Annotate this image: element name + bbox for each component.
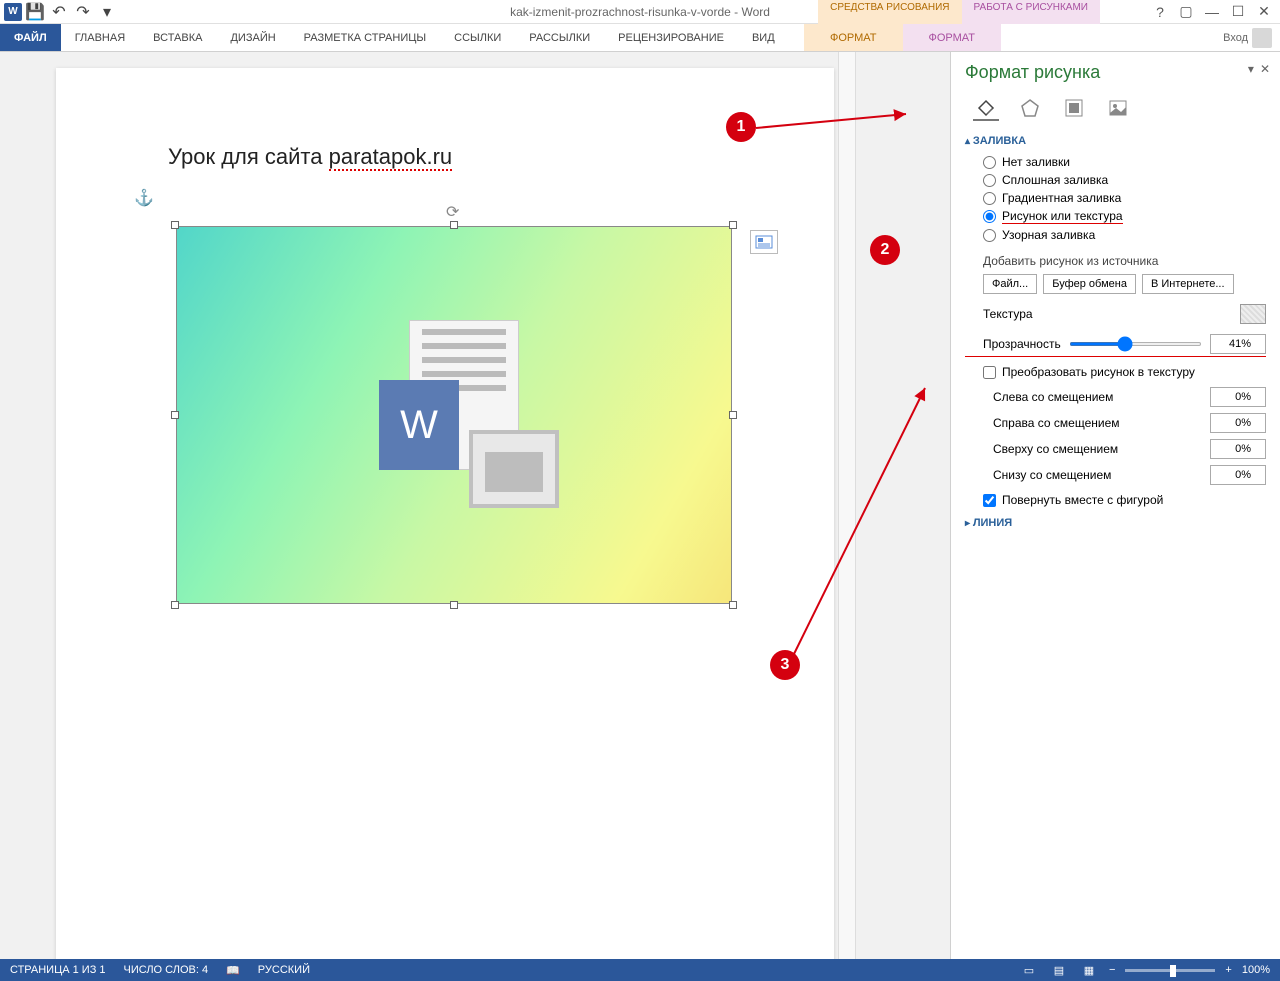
tab-drawing-format[interactable]: ФОРМАТ xyxy=(804,24,903,51)
page-heading: Урок для сайта paratapok.ru xyxy=(168,144,452,170)
resize-handle[interactable] xyxy=(729,221,737,229)
statusbar: СТРАНИЦА 1 ИЗ 1 ЧИСЛО СЛОВ: 4 📖 РУССКИЙ … xyxy=(0,959,1280,981)
tab-mailings[interactable]: РАССЫЛКИ xyxy=(515,24,604,51)
view-read-icon[interactable]: ▭ xyxy=(1019,962,1039,978)
contextual-drawing-tools[interactable]: СРЕДСТВА РИСОВАНИЯ xyxy=(818,0,961,24)
pane-options-icon[interactable]: ▾ xyxy=(1248,62,1254,76)
transparency-spinner[interactable] xyxy=(1210,334,1266,354)
fill-solid-radio[interactable]: Сплошная заливка xyxy=(983,173,1266,187)
tab-insert[interactable]: ВСТАВКА xyxy=(139,24,216,51)
texture-dropdown[interactable] xyxy=(1240,304,1266,324)
status-language[interactable]: РУССКИЙ xyxy=(258,964,310,976)
texture-label: Текстура xyxy=(983,307,1033,321)
resize-handle[interactable] xyxy=(729,601,737,609)
tile-checkbox[interactable] xyxy=(983,366,996,379)
offset-right-spinner[interactable] xyxy=(1210,413,1266,433)
tab-layout[interactable]: РАЗМЕТКА СТРАНИЦЫ xyxy=(290,24,440,51)
resize-handle[interactable] xyxy=(450,221,458,229)
line-section-header[interactable]: ЛИНИЯ xyxy=(965,517,1266,529)
zoom-out-icon[interactable]: − xyxy=(1109,964,1115,976)
offset-left-label: Слева со смещением xyxy=(993,390,1210,404)
redo-icon[interactable]: ↷ xyxy=(72,1,94,23)
ribbon-display-icon[interactable]: ▢ xyxy=(1176,2,1196,22)
help-icon[interactable]: ? xyxy=(1150,2,1170,22)
source-label: Добавить рисунок из источника xyxy=(983,254,1266,268)
fill-none-radio[interactable]: Нет заливки xyxy=(983,155,1266,169)
transparency-label: Прозрачность xyxy=(983,337,1061,351)
save-icon[interactable]: 💾 xyxy=(24,1,46,23)
view-print-icon[interactable]: ▤ xyxy=(1049,962,1069,978)
offset-top-label: Сверху со смещением xyxy=(993,442,1210,456)
anchor-icon: ⚓ xyxy=(134,188,154,208)
tile-checkbox-row[interactable]: Преобразовать рисунок в текстуру xyxy=(965,365,1266,379)
resize-handle[interactable] xyxy=(171,221,179,229)
rotate-checkbox-row[interactable]: Повернуть вместе с фигурой xyxy=(965,493,1266,507)
rotate-handle-icon[interactable]: ⟳ xyxy=(446,202,462,218)
resize-handle[interactable] xyxy=(171,411,179,419)
online-button[interactable]: В Интернете... xyxy=(1142,274,1234,294)
selected-shape[interactable]: ⟳ W xyxy=(176,226,732,604)
minimize-icon[interactable]: — xyxy=(1202,2,1222,22)
page: Урок для сайта paratapok.ru ⚓ ⟳ W xyxy=(56,68,834,959)
tab-view[interactable]: ВИД xyxy=(738,24,789,51)
qat-customize-icon[interactable]: ▾ xyxy=(96,1,118,23)
close-icon[interactable]: ✕ xyxy=(1254,2,1274,22)
format-picture-pane: ▾ ✕ Формат рисунка ЗАЛИВКА Нет заливки С… xyxy=(950,52,1280,959)
contextual-picture-tools[interactable]: РАБОТА С РИСУНКАМИ xyxy=(962,0,1100,24)
shape-inner-graphic: W xyxy=(349,310,559,520)
status-words[interactable]: ЧИСЛО СЛОВ: 4 xyxy=(124,964,209,976)
annotation-badge-2: 2 xyxy=(870,235,900,265)
tab-file[interactable]: ФАЙЛ xyxy=(0,24,61,51)
word-app-icon: W xyxy=(4,3,22,21)
offset-right-label: Справа со смещением xyxy=(993,416,1210,430)
transparency-slider[interactable] xyxy=(1069,342,1202,346)
maximize-icon[interactable]: ☐ xyxy=(1228,2,1248,22)
offset-top-spinner[interactable] xyxy=(1210,439,1266,459)
effects-tab-icon[interactable] xyxy=(1017,95,1043,121)
titlebar: W 💾 ↶ ↷ ▾ kak-izmenit-prozrachnost-risun… xyxy=(0,0,1280,24)
zoom-slider[interactable] xyxy=(1125,969,1215,972)
tab-references[interactable]: ССЫЛКИ xyxy=(440,24,515,51)
fill-gradient-radio[interactable]: Градиентная заливка xyxy=(983,191,1266,205)
offset-left-spinner[interactable] xyxy=(1210,387,1266,407)
fill-pattern-radio[interactable]: Узорная заливка xyxy=(983,228,1266,242)
resize-handle[interactable] xyxy=(171,601,179,609)
offset-bottom-label: Снизу со смещением xyxy=(993,468,1210,482)
fill-picture-radio[interactable]: Рисунок или текстура xyxy=(983,209,1266,224)
picture-tab-icon[interactable] xyxy=(1105,95,1131,121)
annotation-badge-1: 1 xyxy=(726,112,756,142)
pane-title: Формат рисунка xyxy=(965,62,1266,83)
view-web-icon[interactable]: ▦ xyxy=(1079,962,1099,978)
annotation-badge-3: 3 xyxy=(770,650,800,680)
pane-close-icon[interactable]: ✕ xyxy=(1260,62,1270,76)
tab-picture-format[interactable]: ФОРМАТ xyxy=(903,24,1002,51)
ribbon-tabs: ФАЙЛ ГЛАВНАЯ ВСТАВКА ДИЗАЙН РАЗМЕТКА СТР… xyxy=(0,24,1280,52)
status-proof-icon[interactable]: 📖 xyxy=(226,964,240,977)
status-page[interactable]: СТРАНИЦА 1 ИЗ 1 xyxy=(10,964,106,976)
zoom-in-icon[interactable]: + xyxy=(1225,964,1231,976)
layout-tab-icon[interactable] xyxy=(1061,95,1087,121)
offset-bottom-spinner[interactable] xyxy=(1210,465,1266,485)
undo-icon[interactable]: ↶ xyxy=(48,1,70,23)
tab-home[interactable]: ГЛАВНАЯ xyxy=(61,24,139,51)
zoom-level[interactable]: 100% xyxy=(1242,964,1270,976)
login-link[interactable]: Вход xyxy=(1223,32,1248,44)
window-title: kak-izmenit-prozrachnost-risunka-v-vorde… xyxy=(510,5,770,19)
tab-design[interactable]: ДИЗАЙН xyxy=(216,24,289,51)
avatar-icon[interactable] xyxy=(1252,28,1272,48)
layout-options-button[interactable] xyxy=(750,230,778,254)
clipboard-button[interactable]: Буфер обмена xyxy=(1043,274,1136,294)
transparency-row: Прозрачность xyxy=(965,334,1266,357)
fill-section-header[interactable]: ЗАЛИВКА xyxy=(965,135,1266,147)
file-button[interactable]: Файл... xyxy=(983,274,1037,294)
resize-handle[interactable] xyxy=(450,601,458,609)
resize-handle[interactable] xyxy=(729,411,737,419)
tab-review[interactable]: РЕЦЕНЗИРОВАНИЕ xyxy=(604,24,738,51)
fill-line-tab-icon[interactable] xyxy=(973,95,999,121)
rotate-checkbox[interactable] xyxy=(983,494,996,507)
